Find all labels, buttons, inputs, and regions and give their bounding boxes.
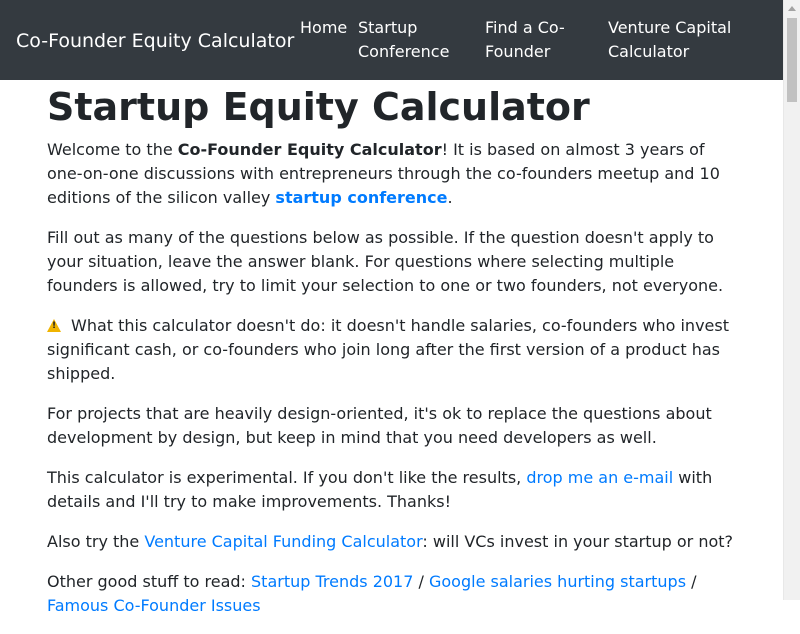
- intro-text: Welcome to the: [47, 140, 178, 159]
- also-try-text: : will VCs invest in your startup or not…: [422, 532, 734, 551]
- experimental-text: This calculator is experimental. If you …: [47, 468, 527, 487]
- famous-cofounder-issues-link[interactable]: Famous Co-Founder Issues: [47, 596, 261, 615]
- main-content: Startup Equity Calculator Welcome to the…: [47, 84, 737, 634]
- other-reading-text: Other good stuff to read:: [47, 572, 252, 591]
- nav-startup-conference[interactable]: Startup Conference: [358, 16, 449, 64]
- nav-label-line1: Venture Capital: [608, 18, 732, 37]
- scrollbar-thumb[interactable]: [787, 18, 797, 102]
- scroll-up-arrow-icon[interactable]: [788, 6, 796, 11]
- nav-find-cofounder[interactable]: Find a Co- Founder: [485, 16, 565, 64]
- design-paragraph: For projects that are heavily design-ori…: [47, 404, 712, 447]
- vc-funding-calculator-link[interactable]: Venture Capital Funding Calculator: [144, 532, 422, 551]
- separator: /: [686, 572, 697, 591]
- warning-paragraph: What this calculator doesn't do: it does…: [47, 314, 737, 386]
- startup-conference-link[interactable]: startup conference: [275, 188, 447, 207]
- nav-label-line2: Calculator: [608, 42, 690, 61]
- nav-label-line2: Founder: [485, 42, 551, 61]
- intro-bold-name: Co-Founder Equity Calculator: [177, 140, 442, 159]
- nav-home[interactable]: Home: [300, 16, 347, 40]
- intro-text: .: [447, 188, 453, 207]
- nav-home-label: Home: [300, 18, 348, 37]
- experimental-paragraph: This calculator is experimental. If you …: [47, 466, 737, 514]
- nav-label-line1: Startup: [358, 18, 418, 37]
- nav-label-line2: Conference: [358, 42, 450, 61]
- nav-vc-calculator[interactable]: Venture Capital Calculator: [608, 16, 731, 64]
- intro-paragraph: Welcome to the Co-Founder Equity Calcula…: [47, 138, 737, 210]
- navbar: Co-Founder Equity Calculator Home Startu…: [0, 0, 783, 80]
- vertical-scrollbar[interactable]: [783, 0, 800, 600]
- instructions-paragraph: Fill out as many of the questions below …: [47, 228, 724, 295]
- google-salaries-link[interactable]: Google salaries hurting startups: [429, 572, 686, 591]
- email-link[interactable]: drop me an e-mail: [526, 468, 673, 487]
- startup-trends-link[interactable]: Startup Trends 2017: [251, 572, 413, 591]
- warning-icon: [47, 319, 61, 332]
- also-try-paragraph: Also try the Venture Capital Funding Cal…: [47, 530, 737, 554]
- other-reading-paragraph: Other good stuff to read: Startup Trends…: [47, 570, 737, 618]
- also-try-text: Also try the: [47, 532, 145, 551]
- warning-text: What this calculator doesn't do: it does…: [47, 316, 729, 383]
- nav-label-line1: Find a Co-: [485, 18, 565, 37]
- brand-link[interactable]: Co-Founder Equity Calculator: [16, 29, 294, 53]
- separator: /: [413, 572, 429, 591]
- page-title: Startup Equity Calculator: [47, 85, 590, 129]
